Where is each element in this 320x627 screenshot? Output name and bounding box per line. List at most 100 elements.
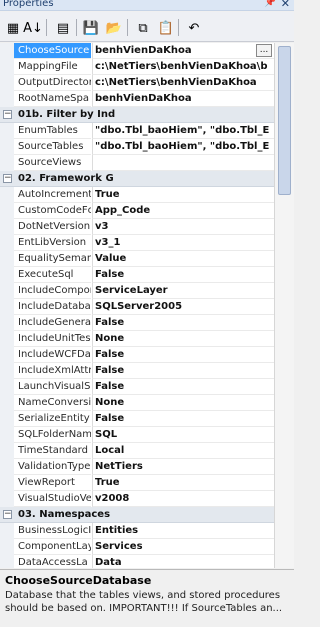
property-name[interactable]: CustomCodeFc — [14, 203, 91, 219]
property-value[interactable]: Entities — [92, 523, 274, 539]
property-value[interactable] — [92, 155, 274, 171]
property-value[interactable]: ServiceLayer — [92, 283, 274, 299]
property-row[interactable]: IncludeCompor ServiceLayer — [0, 283, 274, 299]
property-row[interactable]: OutputDirector c:\NetTiers\benhVienDaKhoa — [0, 75, 274, 91]
property-row[interactable]: RootNameSpa benhVienDaKhoa — [0, 91, 274, 107]
property-name[interactable]: ViewReport — [14, 475, 91, 491]
property-name[interactable]: ExecuteSql — [14, 267, 91, 283]
property-name[interactable]: NameConversi — [14, 395, 91, 411]
property-name[interactable]: LaunchVisualS — [14, 379, 91, 395]
property-value[interactable]: None — [92, 395, 274, 411]
property-value[interactable]: v3 — [92, 219, 274, 235]
property-value[interactable]: v2008 — [92, 491, 274, 507]
collapse-icon[interactable]: − — [3, 110, 12, 119]
property-value[interactable]: SQLServer2005 — [92, 299, 274, 315]
property-row[interactable]: SQLFolderNam SQL — [0, 427, 274, 443]
property-value[interactable]: v3_1 — [92, 235, 274, 251]
property-row[interactable]: EntLibVersion v3_1 — [0, 235, 274, 251]
property-row[interactable]: MappingFile c:\NetTiers\benhVienDaKhoa\b — [0, 59, 274, 75]
category-header[interactable]: −02. Framework G — [0, 171, 274, 187]
property-value[interactable]: Data — [92, 555, 274, 568]
property-name[interactable]: DataAccessLa — [14, 555, 91, 568]
property-row[interactable]: NameConversi None — [0, 395, 274, 411]
property-value[interactable]: False — [92, 315, 274, 331]
scrollbar-thumb[interactable] — [278, 46, 291, 195]
property-row[interactable]: ComponentLay Services — [0, 539, 274, 555]
property-row[interactable]: LaunchVisualS False — [0, 379, 274, 395]
property-row[interactable]: EqualitySeman Value — [0, 251, 274, 267]
property-value[interactable]: NetTiers — [92, 459, 274, 475]
property-row[interactable]: ValidationType NetTiers — [0, 459, 274, 475]
collapse-icon[interactable]: − — [3, 174, 12, 183]
property-row[interactable]: SourceTables "dbo.Tbl_baoHiem", "dbo.Tbl_… — [0, 139, 274, 155]
property-row[interactable]: IncludeWCFDa False — [0, 347, 274, 363]
property-name[interactable]: OutputDirector — [14, 75, 91, 91]
property-name[interactable]: SourceViews — [14, 155, 91, 171]
property-name[interactable]: ChooseSource — [14, 43, 91, 59]
property-row[interactable]: DotNetVersion v3 — [0, 219, 274, 235]
property-name[interactable]: EqualitySeman — [14, 251, 91, 267]
property-value[interactable]: False — [92, 411, 274, 427]
collapse-icon[interactable]: − — [3, 510, 12, 519]
property-name[interactable]: SourceTables — [14, 139, 91, 155]
property-row[interactable]: ViewReport True — [0, 475, 274, 491]
paste-icon[interactable]: 📋 — [156, 18, 176, 38]
open-icon[interactable]: 📂 — [104, 18, 124, 38]
property-value[interactable]: Services — [92, 539, 274, 555]
property-name[interactable]: IncludeDataba — [14, 299, 91, 315]
property-value[interactable]: c:\NetTiers\benhVienDaKhoa — [92, 75, 274, 91]
property-value[interactable]: False — [92, 267, 274, 283]
property-pages-icon[interactable]: ▤ — [53, 18, 73, 38]
property-value[interactable]: True — [92, 475, 274, 491]
alphabetical-icon[interactable]: A↓ — [23, 18, 43, 38]
vertical-scrollbar[interactable] — [274, 43, 294, 568]
property-value[interactable]: benhVienDaKhoa... — [92, 43, 274, 59]
property-value[interactable]: Value — [92, 251, 274, 267]
property-value[interactable]: App_Code — [92, 203, 274, 219]
property-value[interactable]: "dbo.Tbl_baoHiem", "dbo.Tbl_E — [92, 123, 274, 139]
property-row[interactable]: ChooseSource benhVienDaKhoa... — [0, 43, 274, 59]
property-row[interactable]: CustomCodeFc App_Code — [0, 203, 274, 219]
property-name[interactable]: EnumTables — [14, 123, 91, 139]
property-value[interactable]: Local — [92, 443, 274, 459]
property-row[interactable]: EnumTables "dbo.Tbl_baoHiem", "dbo.Tbl_E — [0, 123, 274, 139]
property-name[interactable]: EntLibVersion — [14, 235, 91, 251]
property-row[interactable]: IncludeUnitTes None — [0, 331, 274, 347]
property-value[interactable]: benhVienDaKhoa — [92, 91, 274, 107]
copy-icon[interactable]: ⧉ — [133, 18, 153, 38]
property-row[interactable]: SourceViews — [0, 155, 274, 171]
pin-icon[interactable]: 📌 — [265, 0, 276, 8]
property-row[interactable]: SerializeEntity False — [0, 411, 274, 427]
property-value[interactable]: SQL — [92, 427, 274, 443]
property-row[interactable]: ExecuteSql False — [0, 267, 274, 283]
property-name[interactable]: SerializeEntity — [14, 411, 91, 427]
property-name[interactable]: ValidationType — [14, 459, 91, 475]
property-name[interactable]: SQLFolderNam — [14, 427, 91, 443]
categorized-icon[interactable]: ▦ — [3, 18, 23, 38]
property-value[interactable]: c:\NetTiers\benhVienDaKhoa\b — [92, 59, 274, 75]
property-name[interactable]: IncludeXmlAttri — [14, 363, 91, 379]
close-icon[interactable]: ✕ — [281, 0, 290, 10]
category-header[interactable]: −03. Namespaces — [0, 507, 274, 523]
ellipsis-button[interactable]: ... — [256, 44, 272, 57]
property-row[interactable]: DataAccessLa Data — [0, 555, 274, 568]
property-name[interactable]: VisualStudioVe — [14, 491, 91, 507]
property-name[interactable]: MappingFile — [14, 59, 91, 75]
property-name[interactable]: IncludeWCFDa — [14, 347, 91, 363]
property-row[interactable]: AutoIncrement True — [0, 187, 274, 203]
property-name[interactable]: IncludeUnitTes — [14, 331, 91, 347]
property-name[interactable]: DotNetVersion — [14, 219, 91, 235]
property-row[interactable]: VisualStudioVe v2008 — [0, 491, 274, 507]
property-row[interactable]: BusinessLogicI Entities — [0, 523, 274, 539]
property-name[interactable]: ComponentLay — [14, 539, 91, 555]
undo-icon[interactable]: ↶ — [184, 18, 204, 38]
property-row[interactable]: IncludeGenera False — [0, 315, 274, 331]
property-value[interactable]: False — [92, 379, 274, 395]
property-name[interactable]: BusinessLogicI — [14, 523, 91, 539]
property-row[interactable]: IncludeDataba SQLServer2005 — [0, 299, 274, 315]
property-name[interactable]: TimeStandard — [14, 443, 91, 459]
property-row[interactable]: IncludeXmlAttri False — [0, 363, 274, 379]
category-header[interactable]: −01b. Filter by Ind — [0, 107, 274, 123]
property-name[interactable]: AutoIncrement — [14, 187, 91, 203]
property-row[interactable]: TimeStandard Local — [0, 443, 274, 459]
